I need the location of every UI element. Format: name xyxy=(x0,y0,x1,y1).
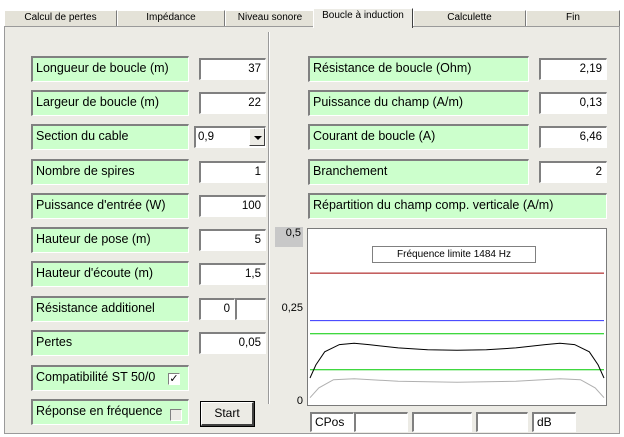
resistance-add-label: Résistance additionel xyxy=(31,296,189,322)
field-curve-black xyxy=(309,342,605,379)
section-label: Section du cable xyxy=(31,124,189,150)
courant-label: Courant de boucle (A) xyxy=(308,124,529,150)
hauteur-ecoute-field[interactable]: 1,5 xyxy=(199,263,266,285)
largeur-field[interactable]: 22 xyxy=(199,92,266,114)
footer-field-1[interactable] xyxy=(354,412,408,432)
hauteur-ecoute-label: Hauteur d'écoute (m) xyxy=(31,261,189,287)
y-tick-bottom: 0 xyxy=(296,395,303,407)
branchement-label: Branchement xyxy=(308,159,529,185)
start-button[interactable]: Start xyxy=(200,401,255,427)
compat-checkbox-row[interactable]: Compatibilité ST 50/0 ✓ xyxy=(31,365,189,391)
reponse-checkbox-row[interactable]: Réponse en fréquence xyxy=(31,399,189,425)
footer-field-3[interactable] xyxy=(476,412,528,432)
branchement-field[interactable]: 2 xyxy=(539,161,607,183)
longueur-label: Longueur de boucle (m) xyxy=(31,56,189,82)
y-tick-mid: 0,25 xyxy=(281,302,303,314)
field-distribution-chart: Fréquence limite 1484 Hz xyxy=(307,228,607,406)
resistance-add-field-2[interactable] xyxy=(235,298,266,320)
resistance-label: Résistance de boucle (Ohm) xyxy=(308,56,529,82)
compat-checkbox[interactable]: ✓ xyxy=(168,373,180,385)
column-divider xyxy=(268,32,270,404)
tab-impedance[interactable]: Impédance xyxy=(117,10,225,26)
unit-label: dB xyxy=(532,412,576,432)
largeur-label: Largeur de boucle (m) xyxy=(31,90,189,116)
hauteur-pose-label: Hauteur de pose (m) xyxy=(31,227,189,253)
puissance-entree-field[interactable]: 100 xyxy=(199,195,266,217)
field-curve-gray xyxy=(309,378,605,399)
section-value: 0,9 xyxy=(198,131,214,143)
longueur-field[interactable]: 37 xyxy=(199,58,266,80)
frequency-limit-label: Fréquence limite 1484 Hz xyxy=(372,246,536,263)
tab-boucle-a-induction[interactable]: Boucle à induction xyxy=(313,8,413,28)
pertes-field[interactable]: 0,05 xyxy=(199,332,266,354)
y-tick-top: 0,5 xyxy=(275,227,303,247)
chevron-down-icon[interactable] xyxy=(249,128,265,146)
spires-field[interactable]: 1 xyxy=(199,161,266,183)
puissance-champ-field[interactable]: 0,13 xyxy=(539,92,607,114)
cpos-label: CPos xyxy=(310,412,354,432)
resistance-add-field[interactable]: 0 xyxy=(199,298,235,320)
pertes-label: Pertes xyxy=(31,330,189,356)
resistance-field[interactable]: 2,19 xyxy=(539,58,607,80)
puissance-entree-label: Puissance d'entrée (W) xyxy=(31,193,189,219)
footer-field-2[interactable] xyxy=(412,412,472,432)
repartition-label: Répartition du champ comp. verticale (A/… xyxy=(308,193,607,219)
tab-strip: Calcul de pertes Impédance Niveau sonore… xyxy=(4,8,620,28)
tab-calculette[interactable]: Calculette xyxy=(413,10,526,26)
hauteur-pose-field[interactable]: 5 xyxy=(199,229,266,251)
section-select[interactable]: 0,9 xyxy=(194,126,266,148)
puissance-champ-label: Puissance du champ (A/m) xyxy=(308,90,529,116)
reponse-checkbox[interactable] xyxy=(170,409,182,421)
spires-label: Nombre de spires xyxy=(31,159,189,185)
compat-label: Compatibilité ST 50/0 xyxy=(36,370,156,384)
reponse-label: Réponse en fréquence xyxy=(36,404,163,418)
tab-calcul-de-pertes[interactable]: Calcul de pertes xyxy=(4,10,117,26)
tab-fin[interactable]: Fin xyxy=(526,10,620,26)
courant-field[interactable]: 6,46 xyxy=(539,126,607,148)
tab-niveau-sonore[interactable]: Niveau sonore xyxy=(225,10,315,26)
